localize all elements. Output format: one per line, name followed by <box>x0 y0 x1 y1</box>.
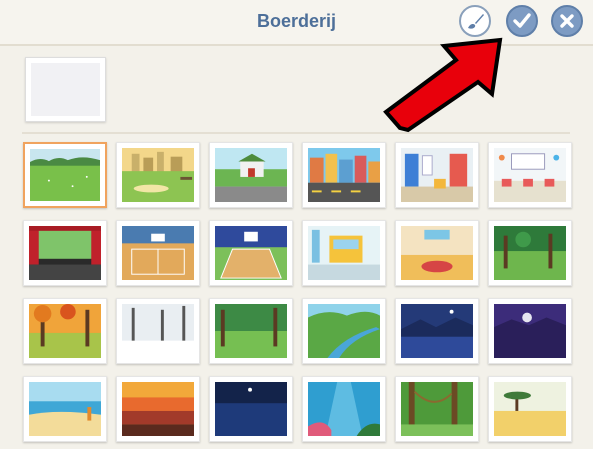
night-purple-thumbnail <box>494 304 566 358</box>
suburb-street-thumbnail <box>215 148 287 202</box>
backdrop-theater[interactable] <box>23 220 107 286</box>
classroom-thumbnail <box>494 148 566 202</box>
field-thumbnail <box>30 149 100 201</box>
backdrop-field[interactable] <box>23 142 107 208</box>
backdrop-suburb-street[interactable] <box>209 142 293 208</box>
night-sea-thumbnail <box>215 382 287 436</box>
library-thumbnail <box>401 148 473 202</box>
backdrop-city-street[interactable] <box>302 142 386 208</box>
woods-thumbnail <box>215 304 287 358</box>
theater-thumbnail <box>29 226 101 280</box>
page-title: Boerderij <box>256 11 337 31</box>
basketball-court-thumbnail <box>215 226 287 280</box>
selected-backdrop-preview[interactable] <box>25 57 106 122</box>
backdrop-night-sea[interactable] <box>209 376 293 442</box>
city-street-thumbnail <box>308 148 380 202</box>
backdrop-school-bus[interactable] <box>302 220 386 286</box>
autumn-forest-thumbnail <box>29 304 101 358</box>
backdrop-beach[interactable] <box>23 376 107 442</box>
backdrop-room[interactable] <box>395 220 479 286</box>
backdrop-forest-clearing[interactable] <box>488 220 572 286</box>
backdrop-city-park[interactable] <box>116 142 200 208</box>
paintbrush-icon <box>468 14 484 29</box>
backdrop-river[interactable] <box>302 298 386 364</box>
sunset-thumbnail <box>122 382 194 436</box>
empty-preview <box>31 63 100 116</box>
night-lake-thumbnail <box>401 304 473 358</box>
savanna-thumbnail <box>494 382 566 436</box>
backdrop-basketball-court[interactable] <box>209 220 293 286</box>
backdrop-jungle[interactable] <box>395 376 479 442</box>
checkmark-icon <box>513 13 531 28</box>
underwater-thumbnail <box>308 382 380 436</box>
jungle-thumbnail <box>401 382 473 436</box>
backdrop-savanna[interactable] <box>488 376 572 442</box>
red-arrow-annotation <box>383 37 503 133</box>
gym-thumbnail <box>122 226 194 280</box>
backdrop-gym[interactable] <box>116 220 200 286</box>
school-bus-thumbnail <box>308 226 380 280</box>
city-park-thumbnail <box>122 148 194 202</box>
backdrop-library[interactable] <box>395 142 479 208</box>
backdrop-woods[interactable] <box>209 298 293 364</box>
backdrop-underwater[interactable] <box>302 376 386 442</box>
backdrop-winter-forest[interactable] <box>116 298 200 364</box>
backdrop-classroom[interactable] <box>488 142 572 208</box>
backdrop-sunset[interactable] <box>116 376 200 442</box>
beach-thumbnail <box>29 382 101 436</box>
forest-clearing-thumbnail <box>494 226 566 280</box>
river-thumbnail <box>308 304 380 358</box>
winter-forest-thumbnail <box>122 304 194 358</box>
backdrop-night-lake[interactable] <box>395 298 479 364</box>
close-button[interactable] <box>551 5 583 37</box>
backdrop-night-purple[interactable] <box>488 298 572 364</box>
close-icon <box>560 14 574 28</box>
backdrop-autumn-forest[interactable] <box>23 298 107 364</box>
room-thumbnail <box>401 226 473 280</box>
